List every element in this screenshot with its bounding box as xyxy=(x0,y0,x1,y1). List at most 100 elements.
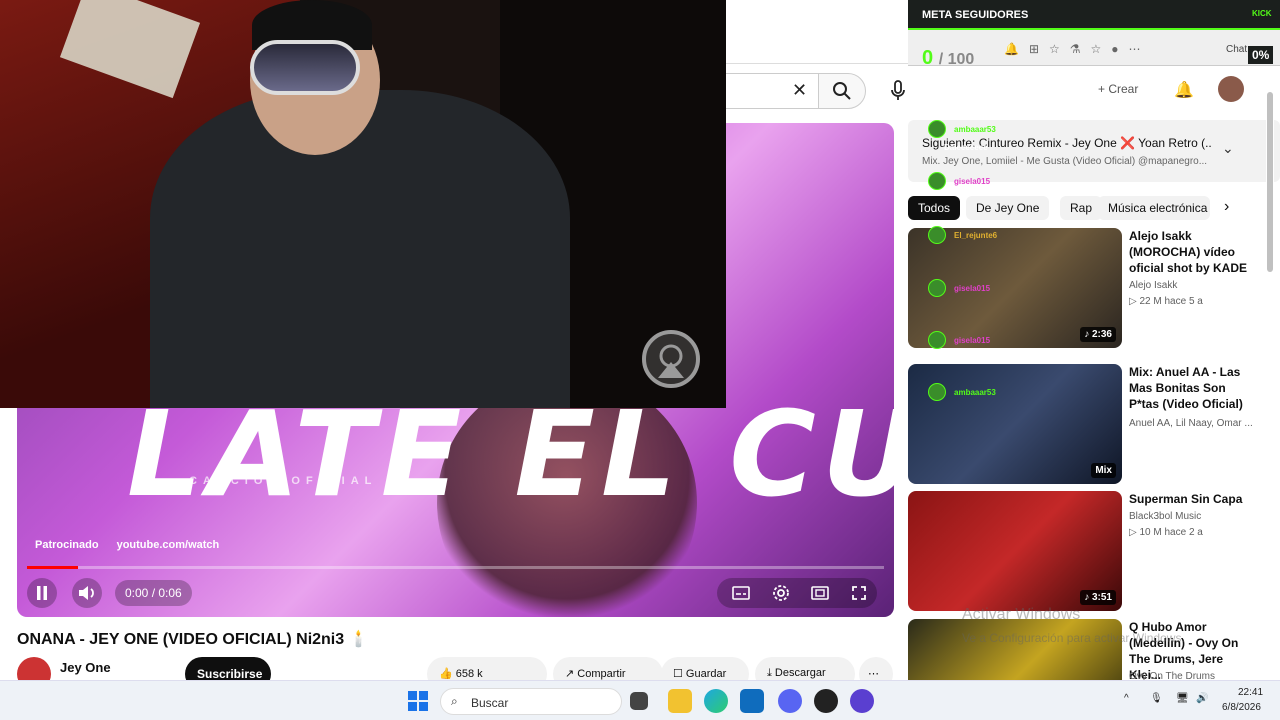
speaker-icon[interactable]: 🔊 xyxy=(1196,693,1208,704)
search-button[interactable] xyxy=(818,73,866,109)
captions-icon[interactable] xyxy=(732,586,750,600)
chip-all[interactable]: Todos xyxy=(908,196,961,220)
share-label: Compartir xyxy=(577,668,626,680)
chat-username: ambaaar53 xyxy=(954,388,996,397)
recommendation-channel[interactable]: Ovy On The Drums xyxy=(1129,671,1215,680)
taskbar-search-label: Buscar xyxy=(471,696,509,710)
recording-app-icon[interactable] xyxy=(814,689,838,713)
progress-bar[interactable] xyxy=(27,566,884,569)
windows-start-icon[interactable] xyxy=(408,691,428,711)
chat-username: El_rejunte6 xyxy=(954,231,998,240)
chat-badge-icon xyxy=(928,120,946,138)
address-bar[interactable] xyxy=(726,34,926,64)
chevron-down-icon[interactable]: ⌄ xyxy=(1222,140,1234,157)
volume-button[interactable] xyxy=(72,578,102,608)
chip-de-jey-one[interactable]: De Jey One xyxy=(966,196,1050,220)
create-button[interactable]: + Crear xyxy=(1098,76,1138,102)
recommendation-card[interactable]: ♪ 3:51 Superman Sin Capa Black3bol Music… xyxy=(908,491,1280,611)
webcam-overlay xyxy=(0,0,726,408)
windows-taskbar: ⌕ Buscar ^ 🎙 🖥 🔊 22:41 6/8/2026 xyxy=(0,680,1280,720)
sponsored-url[interactable]: youtube.com/watch xyxy=(117,539,220,551)
save-icon: ☐ xyxy=(673,668,686,680)
fullscreen-icon[interactable] xyxy=(851,585,867,601)
volume-icon xyxy=(79,586,94,600)
clock-time[interactable]: 22:41 xyxy=(1238,687,1263,698)
activate-windows-subtitle: Ve a Configuración para activar Windows. xyxy=(962,631,1185,645)
settings-gear-icon[interactable] xyxy=(772,584,790,602)
chip-rap[interactable]: Rap xyxy=(1060,196,1103,220)
chat-text: Daleeeeeee xyxy=(944,143,988,152)
search-input[interactable]: ✕ xyxy=(726,73,818,109)
plus-icon: + xyxy=(1098,82,1109,96)
recommendation-channel[interactable]: Black3bol Music xyxy=(1129,511,1201,522)
time-display: 0:00 / 0:06 xyxy=(115,580,192,606)
create-label: Crear xyxy=(1108,82,1139,96)
task-view-icon[interactable] xyxy=(630,692,648,710)
chip-electronic[interactable]: Música electrónica xyxy=(1098,196,1210,220)
notifications-bell-icon[interactable]: 🔔 xyxy=(1174,80,1194,100)
chat-badge-icon xyxy=(928,172,946,190)
thumbs-up-icon: 👍 xyxy=(439,668,456,680)
discord-icon[interactable] xyxy=(778,689,802,713)
recommendation-channel[interactable]: Anuel AA, Lil Naay, Omar ... xyxy=(1129,418,1253,429)
user-avatar[interactable] xyxy=(1218,76,1244,102)
video-title: ONANA - JEY ONE (VIDEO OFICIAL) Ni2ni3 🕯… xyxy=(17,631,369,648)
pause-icon xyxy=(37,586,47,600)
follower-goal-percent: 0% xyxy=(1248,46,1274,64)
webcam-person xyxy=(150,90,570,408)
search-icon: ⌕ xyxy=(451,694,458,708)
clock-date[interactable]: 6/8/2026 xyxy=(1222,702,1261,713)
file-explorer-icon[interactable] xyxy=(668,689,692,713)
edge-browser-icon[interactable] xyxy=(704,689,728,713)
taskbar-search[interactable]: ⌕ Buscar xyxy=(440,688,622,715)
chat-username: ambaaar53 xyxy=(954,125,996,134)
chat-message: ambaaar53 xyxy=(908,381,1280,403)
extension-icons: 🔔⊞☆⚗☆●⋯ xyxy=(1004,42,1151,56)
chat-message: gisela015 xyxy=(908,170,1280,192)
store-icon[interactable] xyxy=(740,689,764,713)
sponsored-text: Patrocinado xyxy=(35,539,99,551)
scrollbar-thumb[interactable] xyxy=(1267,92,1273,272)
chat-username: gisela015 xyxy=(954,336,991,345)
miniplayer-icon[interactable] xyxy=(811,586,829,600)
microphone-icon[interactable]: 🎙 xyxy=(1150,693,1163,704)
chat-badge-icon xyxy=(928,279,946,297)
save-label: Guardar xyxy=(685,668,727,680)
kick-logo: KICK xyxy=(1252,9,1272,18)
follower-goal-title: META SEGUIDORES xyxy=(922,9,1029,21)
chat-message: gisela015 xyxy=(908,329,1280,351)
sidebar-scrollbar[interactable] xyxy=(1266,82,1274,678)
chat-message: ambaaar53 Daleeeeeee xyxy=(908,118,1280,152)
follower-goal-widget: META SEGUIDORES KICK 0 / 100 🔔⊞☆⚗☆●⋯ Cha… xyxy=(908,0,1280,69)
filter-chips: Todos De Jey One Rap Música electrónica … xyxy=(908,196,1280,220)
video-thumbnail[interactable]: ♪ 3:51 xyxy=(908,491,1122,611)
chat-username: gisela015 xyxy=(954,284,991,293)
recommendation-meta: ▷ 10 M hace 2 a xyxy=(1129,527,1203,538)
follower-goal-header: META SEGUIDORES KICK xyxy=(908,0,1280,30)
youtube-header-actions: + Crear 🔔 xyxy=(908,66,1280,110)
chat-username: gisela015 xyxy=(954,177,991,186)
chat-label[interactable]: Chat xyxy=(1226,44,1247,55)
network-icon[interactable]: 🖥 xyxy=(1176,693,1189,704)
player-right-controls xyxy=(717,578,877,608)
tray-chevron-up-icon[interactable]: ^ xyxy=(1124,693,1129,704)
clear-search-icon[interactable]: ✕ xyxy=(792,80,807,101)
duration-badge: ♪ 3:51 xyxy=(1080,590,1116,605)
sponsored-label[interactable]: Patrocinado youtube.com/watch xyxy=(35,539,219,551)
video-thumbnail[interactable] xyxy=(908,619,1122,680)
search-icon xyxy=(833,82,851,100)
pause-button[interactable] xyxy=(27,578,57,608)
like-count: 658 k xyxy=(455,668,483,680)
chat-message: El_rejunte6 xyxy=(908,224,1280,246)
download-icon: ⤓ xyxy=(767,667,775,679)
webcam-goggles xyxy=(250,40,360,95)
chat-badge-icon xyxy=(928,331,946,349)
streaming-app-icon[interactable] xyxy=(850,689,874,713)
up-next-subtitle: Mix. Jey One, Lomiiel - Me Gusta (Video … xyxy=(922,156,1208,167)
voice-search-icon[interactable] xyxy=(890,80,906,102)
channel-name[interactable]: Jey One xyxy=(60,660,111,675)
recommendation-card[interactable]: Q Hubo Amor (Medellin) - Ovy On The Drum… xyxy=(908,619,1280,680)
chevron-right-icon[interactable]: › xyxy=(1224,198,1229,216)
duration-badge: Mix xyxy=(1091,463,1116,478)
recommendation-title[interactable]: Superman Sin Capa xyxy=(1129,491,1257,507)
